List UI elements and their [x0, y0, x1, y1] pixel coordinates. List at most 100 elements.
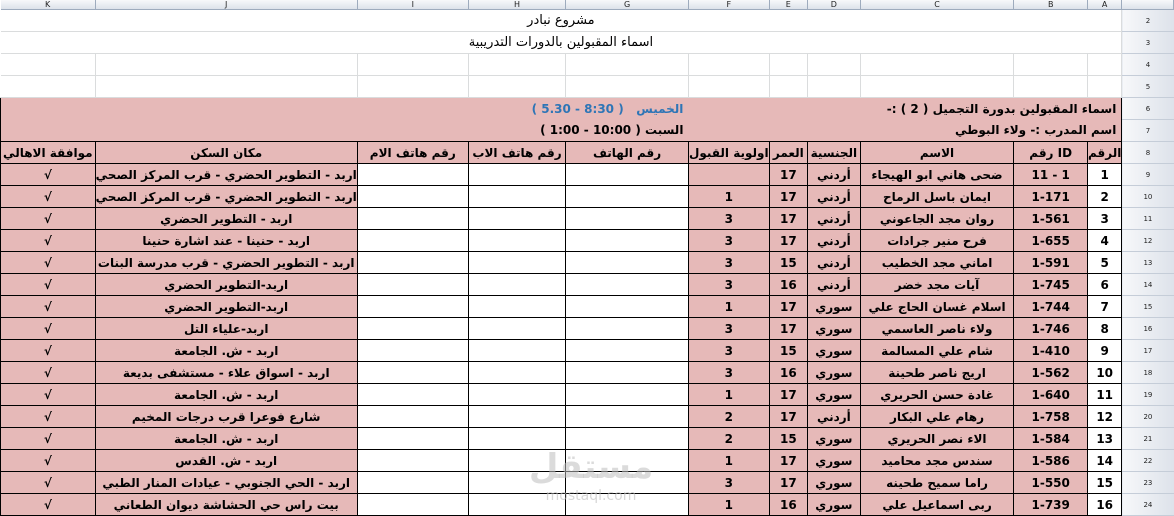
priority-cell[interactable]: 1 [687, 185, 770, 208]
trainer-name[interactable]: اسم المدرب :- ولاء البوطي [688, 119, 1123, 142]
name-cell[interactable]: ربى اسماعيل علي [859, 493, 1015, 516]
age-cell[interactable]: 17 [768, 317, 809, 340]
phone-cell[interactable] [565, 383, 689, 406]
column-header-h[interactable]: H [468, 0, 567, 10]
phone-cell[interactable] [565, 185, 689, 208]
address-cell[interactable]: اربد - ش. الجامعة [94, 427, 358, 450]
row-header[interactable]: 15 [1121, 295, 1174, 318]
consent-cell[interactable]: √ [0, 207, 96, 230]
phone-cell[interactable] [565, 405, 689, 428]
id-cell[interactable]: 1-744 [1013, 295, 1088, 318]
priority-cell[interactable]: 3 [687, 339, 770, 362]
age-cell[interactable]: 16 [768, 273, 809, 296]
address-cell[interactable]: اربد - التطوير الحضري - قرب المركز الصحي [94, 185, 358, 208]
header-address[interactable]: مكان السكن [94, 141, 358, 164]
phone-cell[interactable] [565, 207, 689, 230]
id-cell[interactable]: 1-640 [1013, 383, 1088, 406]
mother-phone-cell[interactable] [356, 207, 469, 230]
consent-cell[interactable]: √ [0, 405, 96, 428]
number-cell[interactable]: 3 [1086, 207, 1123, 230]
cell[interactable] [807, 53, 861, 76]
row-header[interactable]: 2 [1121, 9, 1174, 32]
age-cell[interactable]: 15 [768, 427, 809, 450]
father-phone-cell[interactable] [467, 251, 567, 274]
row-header[interactable]: 4 [1121, 53, 1174, 76]
column-header-j[interactable]: J [95, 0, 358, 10]
nationality-cell[interactable]: أردني [807, 229, 861, 252]
mother-phone-cell[interactable] [356, 449, 469, 472]
phone-cell[interactable] [565, 449, 689, 472]
nationality-cell[interactable]: أردني [807, 273, 861, 296]
mother-phone-cell[interactable] [356, 295, 469, 318]
age-cell[interactable]: 17 [768, 471, 809, 494]
phone-cell[interactable] [565, 229, 689, 252]
cell[interactable] [357, 53, 469, 76]
cell[interactable] [565, 75, 689, 98]
row-header[interactable]: 24 [1121, 493, 1174, 516]
header-num[interactable]: الرقم [1086, 141, 1123, 164]
id-cell[interactable]: 11 - 1 [1013, 163, 1088, 186]
column-header-a[interactable]: A [1087, 0, 1123, 10]
number-cell[interactable]: 6 [1086, 273, 1123, 296]
row-header[interactable]: 13 [1121, 251, 1174, 274]
column-header-k[interactable]: K [0, 0, 96, 10]
row-header[interactable]: 7 [1121, 119, 1174, 142]
address-cell[interactable]: اربد - ش. القدس [94, 449, 358, 472]
cell[interactable] [0, 75, 96, 98]
cell[interactable] [1013, 53, 1088, 76]
nationality-cell[interactable]: سوري [807, 427, 861, 450]
header-nationality[interactable]: الجنسية [807, 141, 861, 164]
father-phone-cell[interactable] [467, 427, 567, 450]
column-header-c[interactable]: C [860, 0, 1015, 10]
address-cell[interactable]: اربد - الحي الجنوبي - عيادات المنار الطب… [94, 471, 358, 494]
id-cell[interactable]: 1-586 [1013, 449, 1088, 472]
name-cell[interactable]: الاء نصر الحريري [859, 427, 1015, 450]
number-cell[interactable]: 8 [1086, 317, 1123, 340]
number-cell[interactable]: 5 [1086, 251, 1123, 274]
nationality-cell[interactable]: أردني [807, 405, 861, 428]
cell[interactable] [1087, 75, 1123, 98]
phone-cell[interactable] [565, 427, 689, 450]
consent-cell[interactable]: √ [0, 251, 96, 274]
name-cell[interactable]: روان مجد الجاعوني [859, 207, 1015, 230]
id-cell[interactable]: 1-171 [1013, 185, 1088, 208]
mother-phone-cell[interactable] [356, 163, 469, 186]
address-cell[interactable]: اربد - ش. الجامعة [94, 383, 358, 406]
column-header-e[interactable]: E [769, 0, 809, 10]
nationality-cell[interactable]: سوري [807, 317, 861, 340]
name-cell[interactable]: آيات مجد خضر [859, 273, 1015, 296]
consent-cell[interactable]: √ [0, 163, 96, 186]
address-cell[interactable]: اربد - التطوير الحضري - قرب مدرسة البنات [94, 251, 358, 274]
priority-cell[interactable]: 3 [687, 207, 770, 230]
cell[interactable] [468, 75, 567, 98]
column-header-d[interactable]: D [807, 0, 861, 10]
id-cell[interactable]: 1-746 [1013, 317, 1088, 340]
father-phone-cell[interactable] [467, 383, 567, 406]
cell[interactable] [688, 53, 770, 76]
number-cell[interactable]: 11 [1086, 383, 1123, 406]
number-cell[interactable]: 2 [1086, 185, 1123, 208]
number-cell[interactable]: 14 [1086, 449, 1123, 472]
cell[interactable] [565, 53, 689, 76]
mother-phone-cell[interactable] [356, 273, 469, 296]
number-cell[interactable]: 1 [1086, 163, 1123, 186]
father-phone-cell[interactable] [467, 207, 567, 230]
cell[interactable] [860, 53, 1015, 76]
name-cell[interactable]: ولاء ناصر العاسمي [859, 317, 1015, 340]
row-header[interactable]: 17 [1121, 339, 1174, 362]
consent-cell[interactable]: √ [0, 361, 96, 384]
column-header-g[interactable]: G [565, 0, 689, 10]
priority-cell[interactable]: 1 [687, 493, 770, 516]
phone-cell[interactable] [565, 295, 689, 318]
priority-cell[interactable]: 3 [687, 361, 770, 384]
father-phone-cell[interactable] [467, 449, 567, 472]
phone-cell[interactable] [565, 493, 689, 516]
consent-cell[interactable]: √ [0, 229, 96, 252]
id-cell[interactable]: 1-410 [1013, 339, 1088, 362]
name-cell[interactable]: فرح منير جرادات [859, 229, 1015, 252]
phone-cell[interactable] [565, 361, 689, 384]
id-cell[interactable]: 1-758 [1013, 405, 1088, 428]
row-header[interactable]: 6 [1121, 97, 1174, 120]
cell[interactable] [468, 53, 567, 76]
nationality-cell[interactable]: سوري [807, 361, 861, 384]
